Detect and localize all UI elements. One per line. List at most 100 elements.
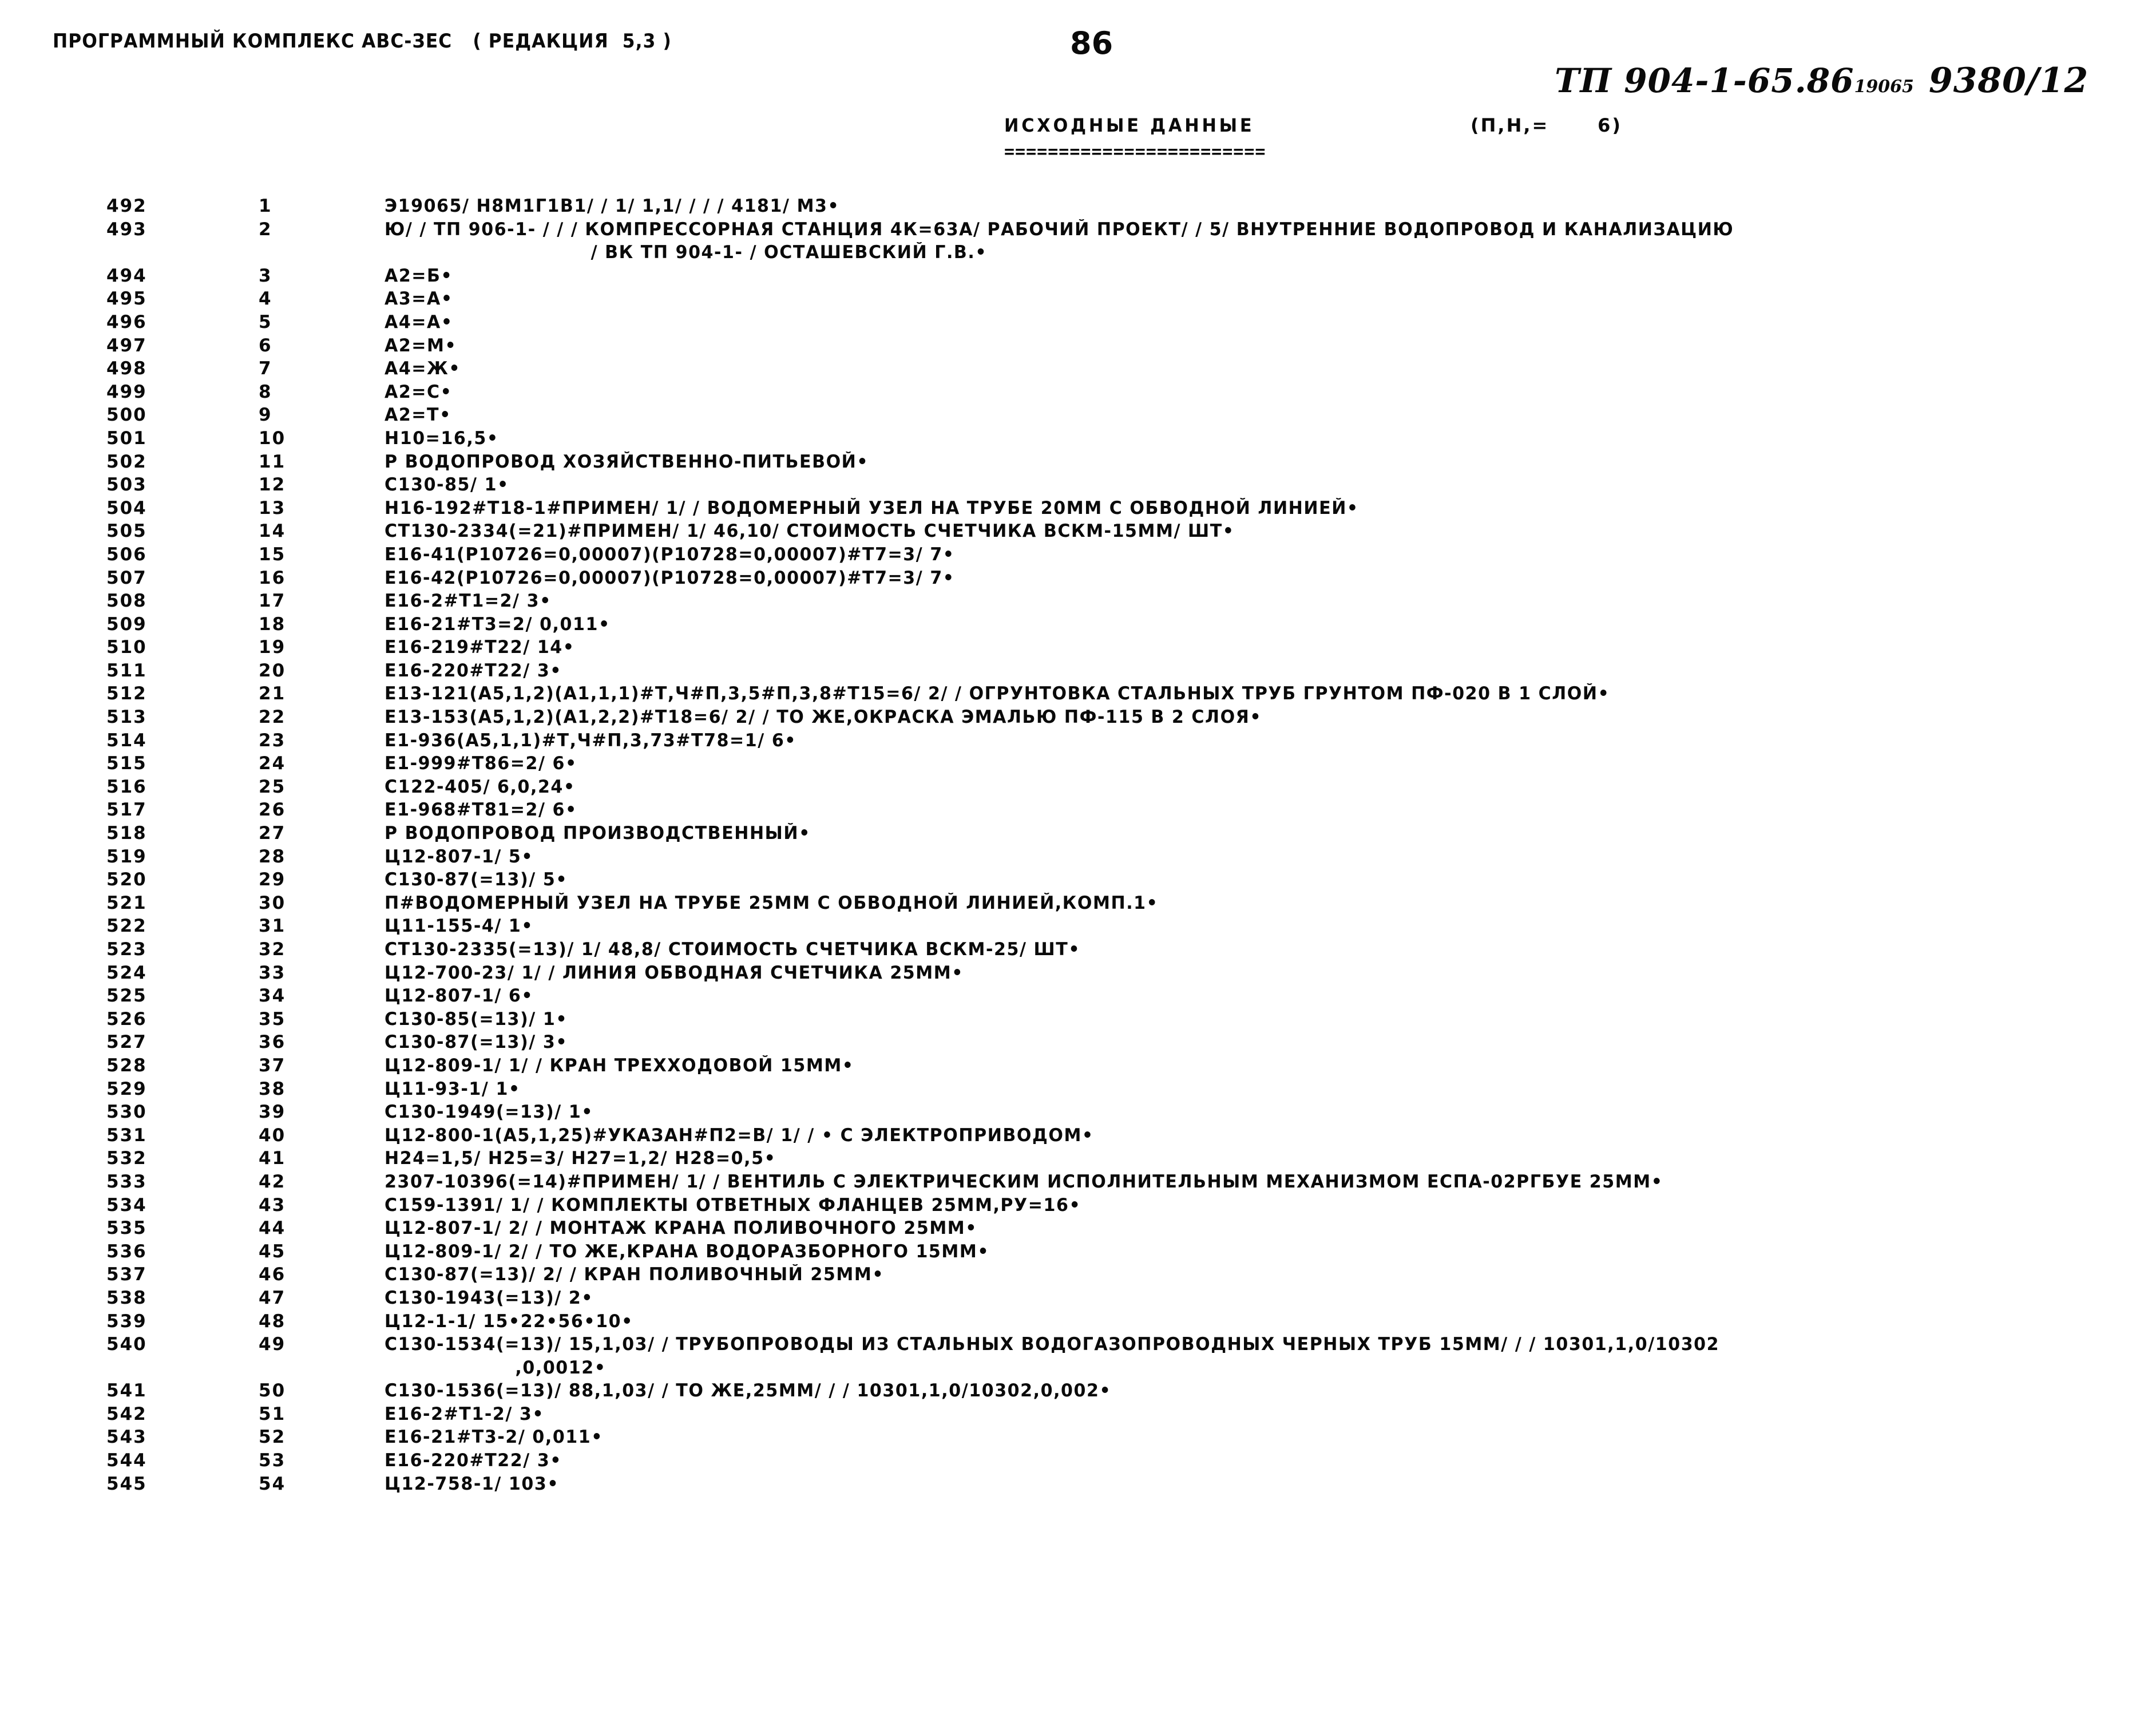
row-line-number: 21 [259,683,286,704]
row-code-text: Э19065/ Н8М1Г1В1/ / 1/ 1,1/ / / / 4181/ … [385,196,840,216]
row-code-text: Е16-2#Т1-2/ 3• [385,1403,545,1424]
listing-row: 542 51 Е16-2#Т1-2/ 3• [0,1403,2156,1426]
row-line-number: 31 [259,916,286,937]
row-code-text: 2307-10396(=14)#ПРИМЕН/ 1/ / ВЕНТИЛЬ С Э… [385,1171,1663,1192]
row-line-number: 20 [259,660,286,681]
row-sequence-number: 543 [106,1427,147,1448]
row-code-text: СТ130-2334(=21)#ПРИМЕН/ 1/ 46,10/ СТОИМО… [385,521,1235,542]
row-line-number: 11 [259,451,286,472]
row-line-number: 10 [259,428,286,449]
row-code-text: А4=А• [385,311,453,332]
row-line-number: 37 [259,1055,286,1076]
listing-row: ,0,0012• [0,1356,2156,1380]
program-complex-label: ПРОГРАММНЫЙ КОМПЛЕКС АВС-ЗЕС ( РЕДАКЦИЯ … [53,30,672,53]
row-line-number: 2 [259,219,272,240]
listing-row: 514 23 Е1-936(А5,1,1)#Т,Ч#П,3,73#Т78=1/ 6• [0,729,2156,753]
row-sequence-number: 514 [106,730,147,751]
row-line-number: 35 [259,1008,286,1030]
listing-row: 516 25 С122-405/ 6,0,24• [0,775,2156,799]
row-sequence-number: 535 [106,1218,147,1239]
row-code-text: С130-87(=13)/ 5• [385,869,568,890]
project-code: ТП 904-1-65.86 [1555,61,1854,100]
row-sequence-number: 509 [106,613,147,635]
row-code-text: С130-85(=13)/ 1• [385,1008,568,1030]
row-sequence-number: 504 [106,497,147,518]
row-code-text: Ц12-809-1/ 2/ / ТО ЖЕ,КРАНА ВОДОРАЗБОРНО… [385,1241,990,1262]
row-sequence-number: 507 [106,567,147,588]
row-code-text: ,0,0012• [385,1357,607,1378]
row-sequence-number: 525 [106,985,147,1007]
listing-row: 525 34 Ц12-807-1/ 6• [0,984,2156,1008]
row-code-text: Ц12-809-1/ 1/ / КРАН ТРЕХХОДОВОЙ 15ММ• [385,1055,854,1076]
row-line-number: 1 [259,196,272,216]
row-line-number: 24 [259,753,286,774]
listing-row: 531 40 Ц12-800-1(А5,1,25)#УКАЗАН#П2=В/ 1/ … [0,1124,2156,1147]
row-code-text: Е16-42(Р10726=0,00007)(Р10728=0,00007)#Т… [385,567,955,588]
row-sequence-number: 506 [106,544,147,565]
row-code-text: Ц12-700-23/ 1/ / ЛИНИЯ ОБВОДНАЯ СЧЕТЧИКА… [385,962,964,983]
listing-row: 543 52 Е16-21#Т3-2/ 0,011• [0,1426,2156,1449]
page-number: 86 [1070,25,1113,61]
listing-row: 499 8 А2=С• [0,381,2156,404]
row-line-number: 53 [259,1450,286,1471]
row-line-number: 23 [259,730,286,751]
row-sequence-number: 505 [106,521,147,542]
row-sequence-number: 544 [106,1450,147,1471]
row-line-number: 39 [259,1102,286,1123]
row-line-number: 45 [259,1241,286,1262]
listing-row: 518 27 Р ВОДОПРОВОД ПРОИЗВОДСТВЕННЫЙ• [0,822,2156,845]
listing-row: 530 39 С130-1949(=13)/ 1• [0,1101,2156,1124]
listing-row: 539 48 Ц12-1-1/ 15•22•56•10• [0,1310,2156,1333]
row-code-text: П#ВОДОМЕРНЫЙ УЗЕЛ НА ТРУБЕ 25ММ С ОБВОДН… [385,892,1159,913]
row-code-text: Е16-219#Т22/ 14• [385,637,575,658]
row-line-number: 16 [259,567,286,588]
row-code-text: Ц11-155-4/ 1• [385,916,534,937]
row-line-number: 40 [259,1125,286,1146]
row-line-number: 29 [259,869,286,890]
row-code-text: Е1-999#Т86=2/ 6• [385,753,577,774]
row-sequence-number: 503 [106,474,147,496]
row-sequence-number: 534 [106,1194,147,1216]
row-sequence-number: 494 [106,265,147,286]
listing-row: 526 35 С130-85(=13)/ 1• [0,1008,2156,1031]
row-line-number: 32 [259,939,286,960]
row-code-text: С130-1949(=13)/ 1• [385,1102,594,1123]
listing-row: 505 14 СТ130-2334(=21)#ПРИМЕН/ 1/ 46,10/ С… [0,520,2156,543]
listing-row: 503 12 С130-85/ 1• [0,473,2156,497]
row-line-number: 28 [259,846,286,867]
row-line-number: 18 [259,613,286,635]
listing-row: 535 44 Ц12-807-1/ 2/ / МОНТАЖ КРАНА ПОЛИВО… [0,1217,2156,1240]
row-line-number: 51 [259,1403,286,1424]
row-code-text: С159-1391/ 1/ / КОМПЛЕКТЫ ОТВЕТНЫХ ФЛАНЦ… [385,1194,1081,1216]
listing-row: 502 11 Р ВОДОПРОВОД ХОЗЯЙСТВЕННО-ПИТЬЕВОЙ• [0,450,2156,474]
listing-row: 534 43 С159-1391/ 1/ / КОМПЛЕКТЫ ОТВЕТНЫХ … [0,1194,2156,1217]
row-code-text: Е16-41(Р10726=0,00007)(Р10728=0,00007)#Т… [385,544,955,565]
listing-row: 545 54 Ц12-758-1/ 103• [0,1472,2156,1496]
listing-row: 519 28 Ц12-807-1/ 5• [0,845,2156,869]
row-line-number: 5 [259,311,272,332]
row-sequence-number: 540 [106,1334,147,1355]
row-sequence-number: 502 [106,451,147,472]
row-sequence-number: 522 [106,916,147,937]
row-code-text: Е16-220#Т22/ 3• [385,1450,562,1471]
row-sequence-number: 521 [106,892,147,913]
row-code-text: Ц12-807-1/ 2/ / МОНТАЖ КРАНА ПОЛИВОЧНОГО… [385,1218,978,1239]
listing-row: 500 9 А2=Т• [0,403,2156,427]
lot-number: 9380/12 [1928,61,2089,101]
listing-row: 515 24 Е1-999#Т86=2/ 6• [0,752,2156,775]
row-sequence-number: 537 [106,1264,147,1285]
row-code-text: Е16-21#Т3=2/ 0,011• [385,613,611,635]
row-line-number: 48 [259,1311,286,1332]
row-code-text: Е13-121(А5,1,2)(А1,1,1)#Т,Ч#П,3,5#П,3,8#… [385,683,1610,704]
listing-row: 511 20 Е16-220#Т22/ 3• [0,659,2156,683]
row-code-text: А2=Т• [385,405,451,426]
row-sequence-number: 529 [106,1078,147,1099]
row-sequence-number: 513 [106,707,147,728]
row-sequence-number: 495 [106,288,147,310]
row-sequence-number: 508 [106,591,147,612]
listing-row: 506 15 Е16-41(Р10726=0,00007)(Р10728=0,000… [0,543,2156,567]
row-line-number: 27 [259,823,286,844]
row-line-number: 4 [259,288,272,310]
row-code-text: Е16-21#Т3-2/ 0,011• [385,1427,604,1448]
row-sequence-number: 498 [106,358,147,379]
